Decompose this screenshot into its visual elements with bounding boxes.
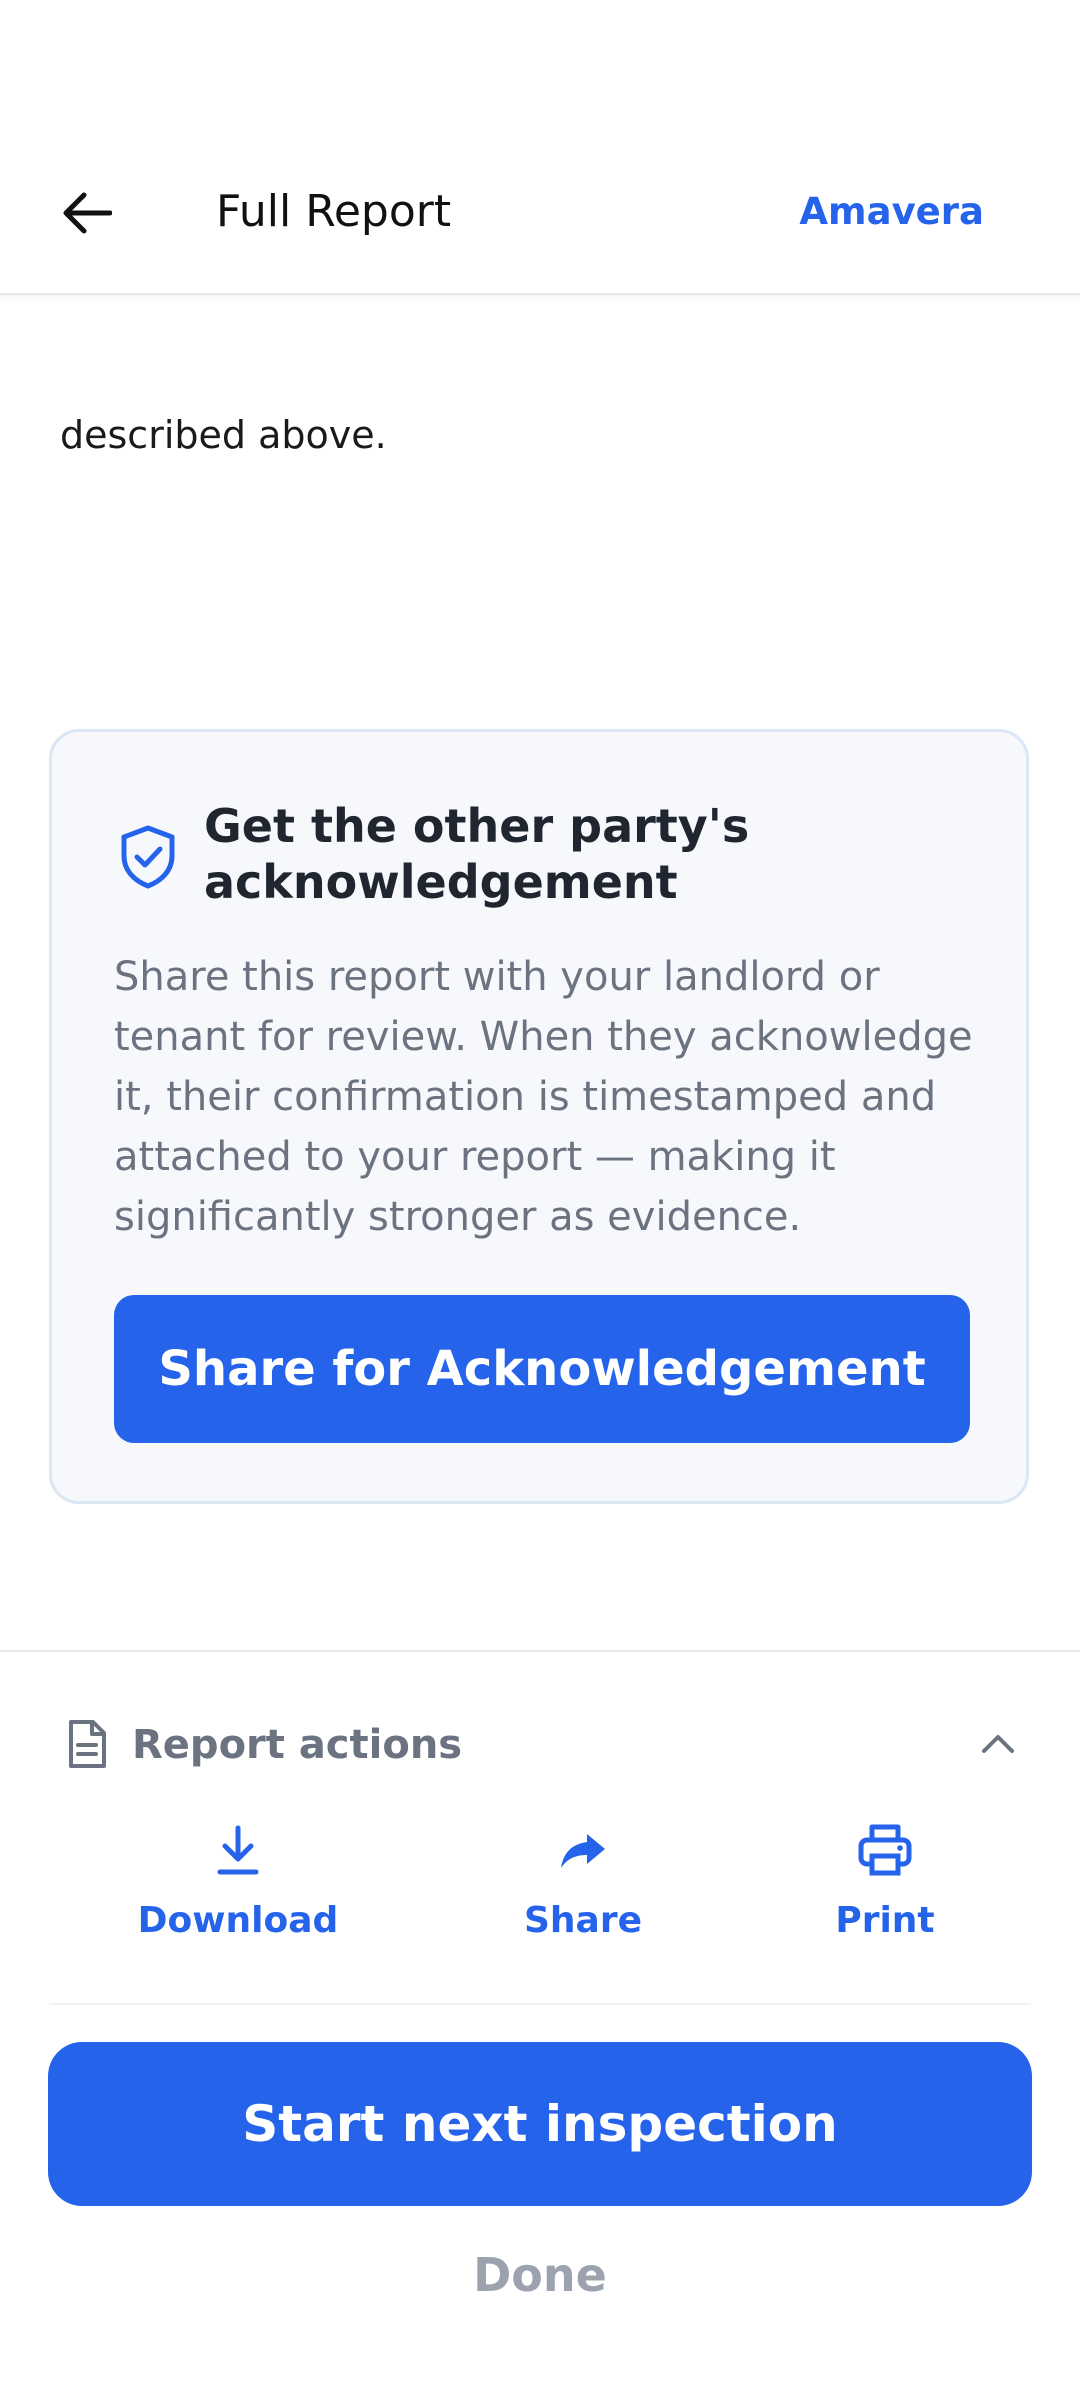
download-button[interactable]: Download: [128, 1820, 348, 1960]
share-label: Share: [523, 1900, 643, 1941]
arrow-left-icon: [63, 192, 112, 234]
app-header: Full Report Amavera: [0, 0, 1080, 295]
share-for-acknowledgement-button[interactable]: Share for Acknowledgement: [114, 1295, 970, 1443]
chevron-up-icon[interactable]: [976, 1723, 1020, 1767]
document-icon: [69, 1720, 106, 1768]
back-button[interactable]: [38, 172, 134, 254]
report-body-text: described above.: [60, 413, 387, 457]
actions-divider: [49, 2003, 1031, 2005]
section-divider: [0, 1650, 1080, 1652]
acknowledgement-description: Share this report with your landlord or …: [114, 954, 973, 1240]
start-next-inspection-button[interactable]: Start next inspection: [48, 2042, 1032, 2206]
acknowledgement-card: Get the other party's acknowledgement Sh…: [49, 729, 1029, 1504]
share-button[interactable]: Share: [473, 1820, 693, 1960]
download-label: Download: [137, 1900, 339, 1941]
shield-check-icon: [121, 825, 175, 889]
download-icon: [217, 1825, 259, 1875]
share-arrow-icon: [561, 1834, 605, 1868]
report-actions-title: Report actions: [132, 1722, 463, 1768]
brand-link[interactable]: Amavera: [799, 186, 984, 238]
print-button[interactable]: Print: [775, 1820, 995, 1960]
done-button[interactable]: Done: [390, 2240, 690, 2310]
report-actions-header[interactable]: Report actions: [60, 1715, 1020, 1775]
print-label: Print: [835, 1900, 935, 1941]
printer-icon: [858, 1824, 912, 1876]
page-title: Full Report: [216, 186, 452, 237]
acknowledgement-title: Get the other party's acknowledgement: [204, 799, 750, 909]
